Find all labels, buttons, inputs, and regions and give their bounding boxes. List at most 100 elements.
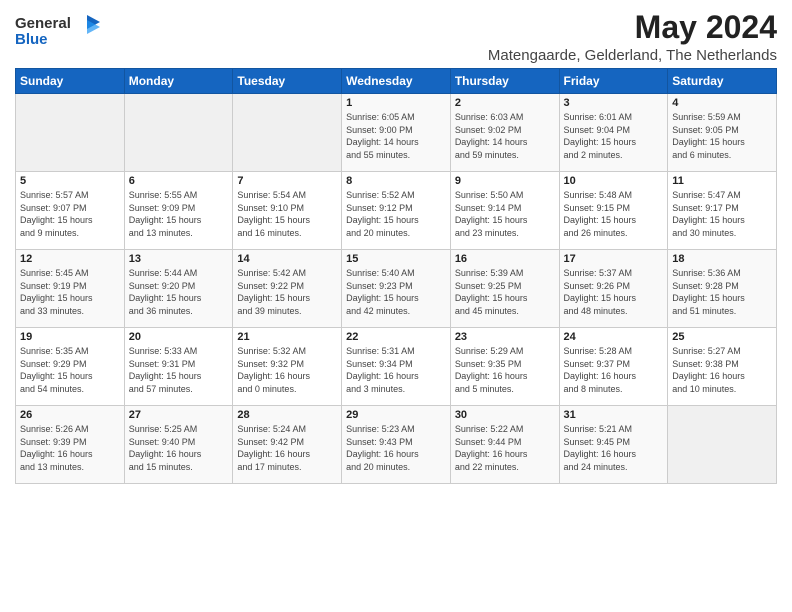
day-number: 30 [455,409,555,421]
day-number: 19 [20,331,120,343]
day-info: Sunrise: 5:27 AMSunset: 9:38 PMDaylight:… [672,345,772,395]
day-info: Sunrise: 5:47 AMSunset: 9:17 PMDaylight:… [672,189,772,239]
day-number: 17 [564,253,664,265]
day-cell [16,94,125,172]
svg-text:Blue: Blue [15,31,48,48]
col-sunday: Sunday [16,69,125,94]
day-cell: 4 Sunrise: 5:59 AMSunset: 9:05 PMDaylight… [668,94,777,172]
day-cell: 19 Sunrise: 5:35 AMSunset: 9:29 PMDayligh… [16,328,125,406]
day-info: Sunrise: 5:33 AMSunset: 9:31 PMDaylight:… [129,345,229,395]
calendar-title: May 2024 [488,10,777,45]
day-cell: 15 Sunrise: 5:40 AMSunset: 9:23 PMDayligh… [342,250,451,328]
day-info: Sunrise: 6:03 AMSunset: 9:02 PMDaylight:… [455,111,555,161]
day-number: 18 [672,253,772,265]
day-info: Sunrise: 5:55 AMSunset: 9:09 PMDaylight:… [129,189,229,239]
day-cell [233,94,342,172]
day-cell: 14Sunrise: 5:42 AMSunset: 9:22 PMDayligh… [233,250,342,328]
day-info: Sunrise: 5:59 AMSunset: 9:05 PMDaylight:… [672,111,772,161]
day-cell: 26Sunrise: 5:26 AMSunset: 9:39 PMDayligh… [16,406,125,484]
day-number: 10 [564,175,664,187]
day-cell: 24 Sunrise: 5:28 AMSunset: 9:37 PMDayligh… [559,328,668,406]
col-thursday: Thursday [450,69,559,94]
day-cell: 29 Sunrise: 5:23 AMSunset: 9:43 PMDayligh… [342,406,451,484]
day-number: 8 [346,175,446,187]
day-number: 1 [346,97,446,109]
day-number: 14 [237,253,337,265]
title-area: May 2024 Matengaarde, Gelderland, The Ne… [488,10,777,64]
day-info: Sunrise: 5:29 AMSunset: 9:35 PMDaylight:… [455,345,555,395]
day-number: 26 [20,409,120,421]
day-number: 2 [455,97,555,109]
day-number: 23 [455,331,555,343]
day-cell: 27 Sunrise: 5:25 AMSunset: 9:40 PMDayligh… [124,406,233,484]
day-info: Sunrise: 5:24 AMSunset: 9:42 PMDaylight:… [237,423,337,473]
day-info: Sunrise: 5:35 AMSunset: 9:29 PMDaylight:… [20,345,120,395]
day-cell: 7 Sunrise: 5:54 AMSunset: 9:10 PMDaylight… [233,172,342,250]
day-number: 11 [672,175,772,187]
week-row-3: 12Sunrise: 5:45 AMSunset: 9:19 PMDayligh… [16,250,777,328]
day-number: 4 [672,97,772,109]
day-info: Sunrise: 5:36 AMSunset: 9:28 PMDaylight:… [672,267,772,317]
day-number: 28 [237,409,337,421]
col-monday: Monday [124,69,233,94]
day-cell: 13 Sunrise: 5:44 AMSunset: 9:20 PMDayligh… [124,250,233,328]
day-info: Sunrise: 5:40 AMSunset: 9:23 PMDaylight:… [346,267,446,317]
day-info: Sunrise: 6:01 AMSunset: 9:04 PMDaylight:… [564,111,664,161]
day-info: Sunrise: 5:48 AMSunset: 9:15 PMDaylight:… [564,189,664,239]
day-info: Sunrise: 5:28 AMSunset: 9:37 PMDaylight:… [564,345,664,395]
day-cell: 28 Sunrise: 5:24 AMSunset: 9:42 PMDayligh… [233,406,342,484]
day-cell: 17 Sunrise: 5:37 AMSunset: 9:26 PMDayligh… [559,250,668,328]
col-friday: Friday [559,69,668,94]
header: General Blue May 2024 Matengaarde, Gelde… [15,10,777,64]
day-cell: 10 Sunrise: 5:48 AMSunset: 9:15 PMDayligh… [559,172,668,250]
day-info: Sunrise: 5:37 AMSunset: 9:26 PMDaylight:… [564,267,664,317]
day-cell: 30 Sunrise: 5:22 AMSunset: 9:44 PMDayligh… [450,406,559,484]
day-info: Sunrise: 5:31 AMSunset: 9:34 PMDaylight:… [346,345,446,395]
day-info: Sunrise: 5:52 AMSunset: 9:12 PMDaylight:… [346,189,446,239]
day-cell: 16 Sunrise: 5:39 AMSunset: 9:25 PMDayligh… [450,250,559,328]
day-info: Sunrise: 6:05 AMSunset: 9:00 PMDaylight:… [346,111,446,161]
day-number: 20 [129,331,229,343]
day-info: Sunrise: 5:39 AMSunset: 9:25 PMDaylight:… [455,267,555,317]
day-info: Sunrise: 5:54 AMSunset: 9:10 PMDaylight:… [237,189,337,239]
col-wednesday: Wednesday [342,69,451,94]
day-number: 27 [129,409,229,421]
day-cell: 31Sunrise: 5:21 AMSunset: 9:45 PMDayligh… [559,406,668,484]
day-number: 6 [129,175,229,187]
day-number: 7 [237,175,337,187]
day-info: Sunrise: 5:21 AMSunset: 9:45 PMDaylight:… [564,423,664,473]
day-cell: 11 Sunrise: 5:47 AMSunset: 9:17 PMDayligh… [668,172,777,250]
day-info: Sunrise: 5:25 AMSunset: 9:40 PMDaylight:… [129,423,229,473]
day-number: 12 [20,253,120,265]
day-number: 5 [20,175,120,187]
day-cell: 18 Sunrise: 5:36 AMSunset: 9:28 PMDayligh… [668,250,777,328]
day-number: 22 [346,331,446,343]
day-cell: 9Sunrise: 5:50 AMSunset: 9:14 PMDaylight… [450,172,559,250]
day-number: 13 [129,253,229,265]
day-cell: 22 Sunrise: 5:31 AMSunset: 9:34 PMDayligh… [342,328,451,406]
day-number: 29 [346,409,446,421]
day-number: 9 [455,175,555,187]
day-cell: 6 Sunrise: 5:55 AMSunset: 9:09 PMDaylight… [124,172,233,250]
day-cell: 5Sunrise: 5:57 AMSunset: 9:07 PMDaylight… [16,172,125,250]
day-cell: 25 Sunrise: 5:27 AMSunset: 9:38 PMDayligh… [668,328,777,406]
day-cell: 1 Sunrise: 6:05 AMSunset: 9:00 PMDaylight… [342,94,451,172]
day-cell: 23 Sunrise: 5:29 AMSunset: 9:35 PMDayligh… [450,328,559,406]
logo-text: General Blue [15,10,105,55]
day-info: Sunrise: 5:44 AMSunset: 9:20 PMDaylight:… [129,267,229,317]
day-number: 24 [564,331,664,343]
day-number: 16 [455,253,555,265]
day-number: 15 [346,253,446,265]
page: General Blue May 2024 Matengaarde, Gelde… [0,0,792,494]
calendar-subtitle: Matengaarde, Gelderland, The Netherlands [488,47,777,64]
day-info: Sunrise: 5:23 AMSunset: 9:43 PMDaylight:… [346,423,446,473]
day-info: Sunrise: 5:22 AMSunset: 9:44 PMDaylight:… [455,423,555,473]
day-number: 3 [564,97,664,109]
week-row-5: 26Sunrise: 5:26 AMSunset: 9:39 PMDayligh… [16,406,777,484]
logo: General Blue [15,10,105,55]
day-cell: 12Sunrise: 5:45 AMSunset: 9:19 PMDayligh… [16,250,125,328]
day-cell: 3 Sunrise: 6:01 AMSunset: 9:04 PMDaylight… [559,94,668,172]
week-row-2: 5Sunrise: 5:57 AMSunset: 9:07 PMDaylight… [16,172,777,250]
day-number: 25 [672,331,772,343]
header-row: Sunday Monday Tuesday Wednesday Thursday… [16,69,777,94]
